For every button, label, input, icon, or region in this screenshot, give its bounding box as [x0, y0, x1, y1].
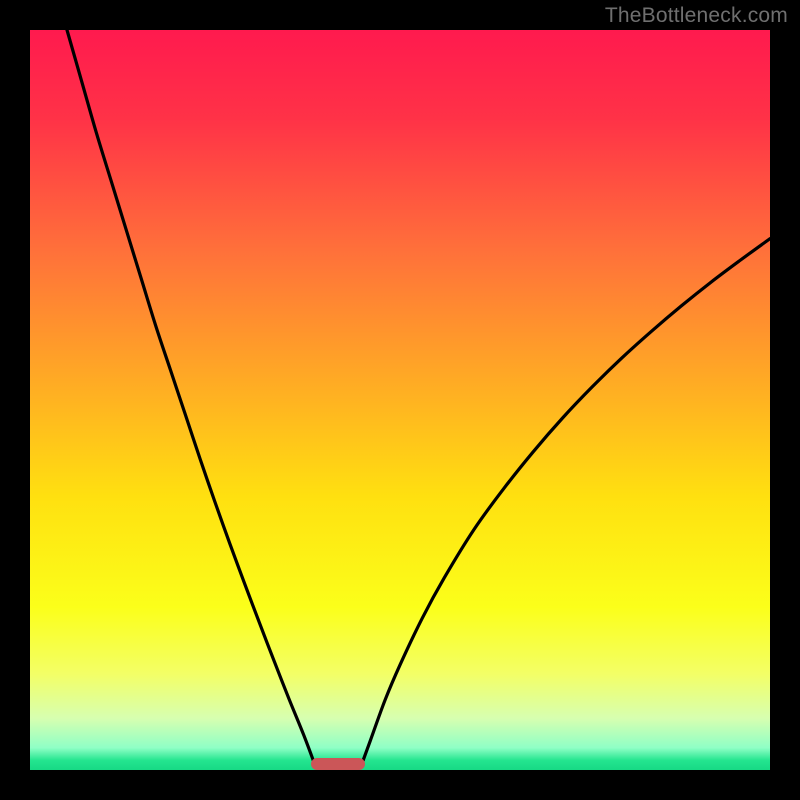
curves-layer [30, 30, 770, 770]
chart-frame: TheBottleneck.com [0, 0, 800, 800]
left-curve [67, 30, 315, 765]
plot-area [30, 30, 770, 770]
right-curve [362, 239, 770, 765]
watermark-text: TheBottleneck.com [605, 4, 788, 28]
bottleneck-marker [311, 758, 365, 770]
